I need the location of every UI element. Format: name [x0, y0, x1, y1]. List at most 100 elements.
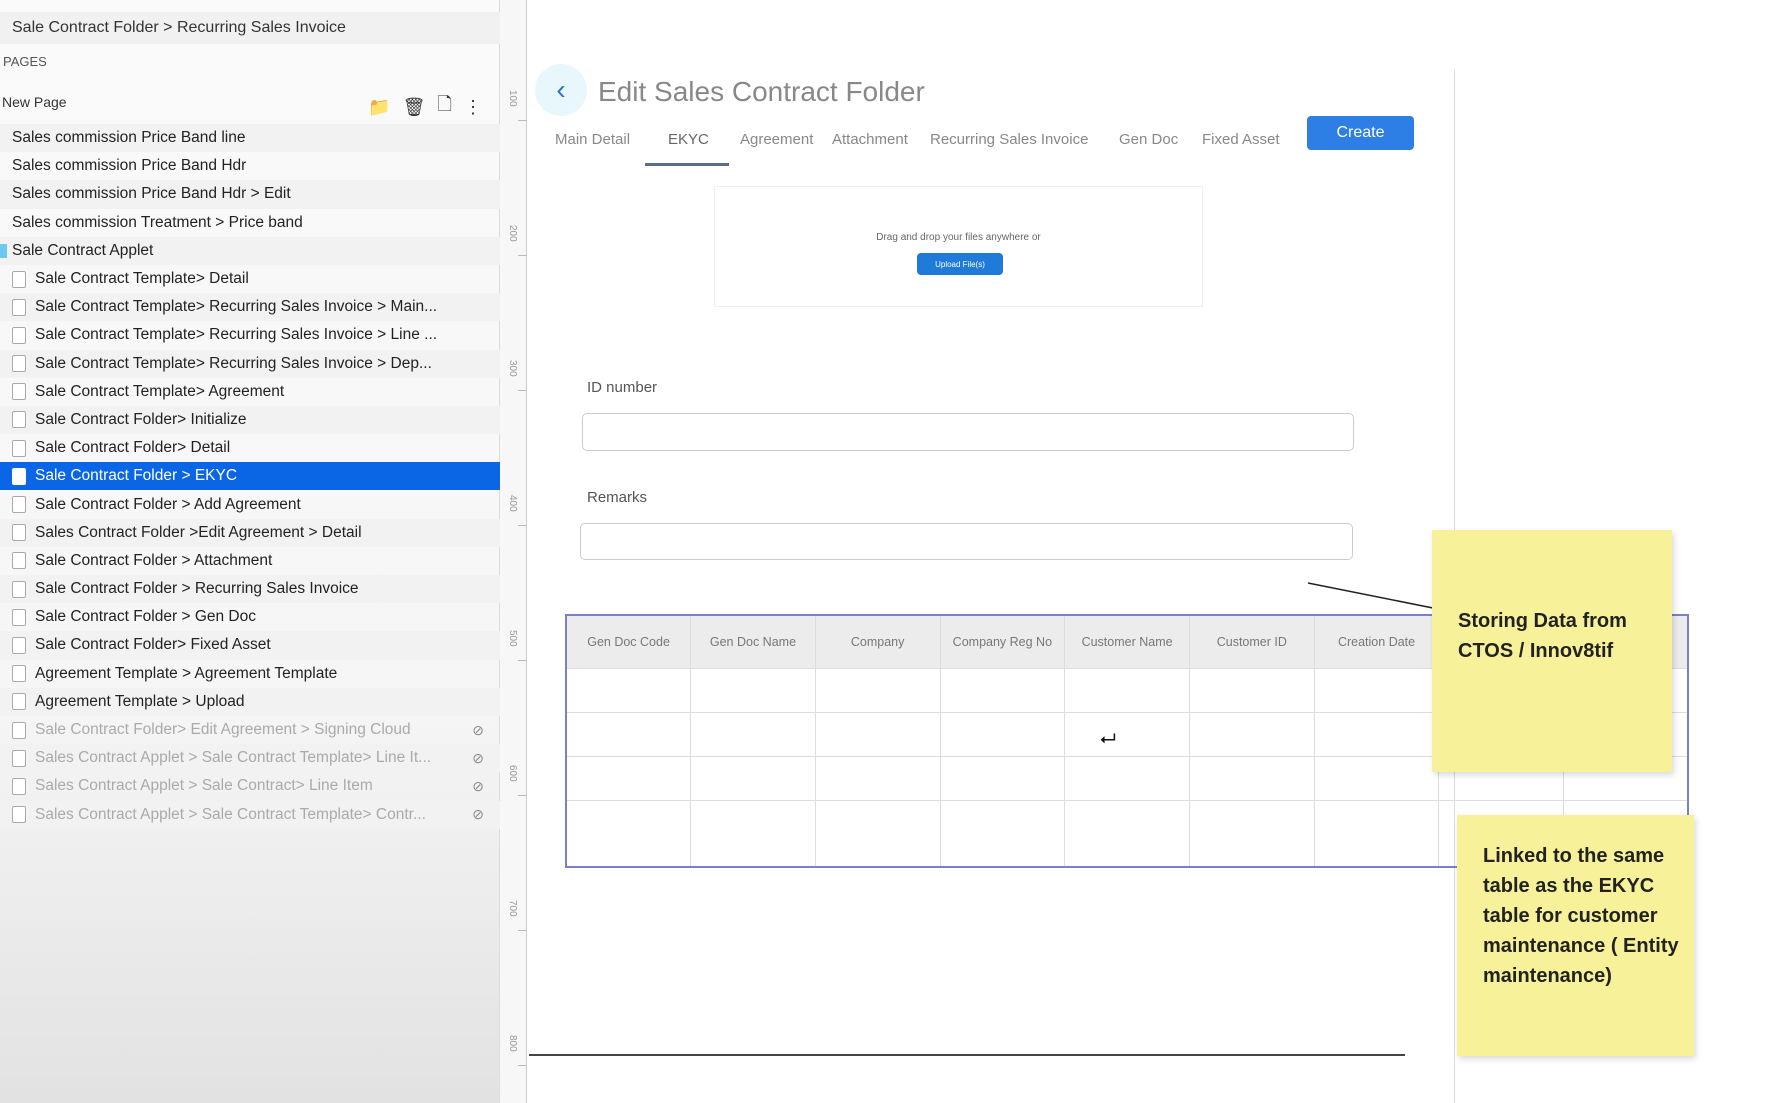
tab-gen-doc[interactable]: Gen Doc — [1119, 131, 1178, 148]
page-list-item[interactable]: Sale Contract Template> Detail — [0, 265, 500, 293]
note-text: Storing Data from CTOS / Innov8tif — [1458, 610, 1627, 662]
page-icon — [12, 298, 26, 316]
page-list-item[interactable]: Sale Contract Folder> Detail — [0, 434, 500, 462]
tab-fixed-asset[interactable]: Fixed Asset — [1202, 131, 1280, 148]
table-cell[interactable] — [939, 800, 1066, 868]
table-cell[interactable] — [814, 667, 941, 713]
tab-recurring-sales-invoice[interactable]: Recurring Sales Invoice — [930, 131, 1088, 148]
column-header[interactable]: Company Reg No — [940, 615, 1066, 668]
file-upload-dropzone[interactable]: Drag and drop your files anywhere or Upl… — [714, 186, 1203, 307]
table-cell[interactable] — [939, 667, 1066, 713]
more-icon[interactable]: ⋮ — [464, 97, 482, 118]
page-list-item[interactable]: Sale Contract Folder > EKYC — [0, 462, 500, 491]
table-cell[interactable] — [1188, 667, 1315, 713]
page-list-item[interactable]: Sales commission Price Band Hdr > Edit — [0, 180, 500, 209]
page-list: Sales commission Price Band line Sales co… — [0, 124, 500, 829]
page-list-item[interactable]: Sales commission Price Band line — [0, 124, 500, 153]
trash-icon[interactable]: 🗑 — [403, 97, 426, 118]
table-cell[interactable] — [939, 711, 1066, 757]
table-cell[interactable] — [814, 800, 941, 868]
table-cell[interactable] — [814, 755, 941, 802]
note-text: Linked to the same table as the EKYC tab… — [1483, 845, 1679, 987]
page-list-item[interactable]: Sales commission Treatment > Price band — [0, 209, 500, 237]
page-label: Sale Contract Folder> Edit Agreement > S… — [35, 721, 411, 739]
column-header[interactable]: Company — [815, 615, 941, 668]
eye-hidden-icon[interactable]: ⊘ — [472, 750, 484, 767]
table-cell[interactable] — [565, 755, 692, 802]
table-cell[interactable] — [1064, 711, 1190, 757]
page-list-item[interactable]: Sales commission Price Band Hdr — [0, 152, 500, 180]
table-cell[interactable] — [814, 711, 941, 757]
sticky-note-ctos[interactable]: Storing Data from CTOS / Innov8tif — [1432, 530, 1672, 772]
ruler-label: 800 — [507, 1035, 518, 1052]
page-label: Sales Contract Folder >Edit Agreement > … — [35, 523, 362, 541]
column-header[interactable]: Gen Doc Name — [690, 615, 816, 668]
table-cell[interactable] — [1313, 755, 1440, 802]
table-cell[interactable] — [690, 800, 816, 868]
ruler-label: 200 — [507, 225, 518, 242]
remarks-input[interactable] — [580, 523, 1353, 560]
page-title: Edit Sales Contract Folder — [598, 76, 925, 107]
page-list-item[interactable]: Sale Contract Template> Recurring Sales … — [0, 293, 500, 322]
upload-files-button[interactable]: Upload File(s) — [917, 253, 1003, 275]
page-label: Sale Contract Folder > Attachment — [35, 551, 273, 569]
add-folder-icon[interactable]: 📁 — [368, 97, 390, 118]
tab-agreement[interactable]: Agreement — [740, 131, 813, 148]
page-list-item[interactable]: Sale Contract Folder> Edit Agreement > S… — [0, 716, 500, 744]
table-cell[interactable] — [939, 755, 1066, 802]
create-button[interactable]: Create — [1307, 116, 1414, 150]
sidebar-breadcrumb[interactable]: Sale Contract Folder > Recurring Sales I… — [0, 12, 500, 44]
table-cell[interactable] — [1188, 800, 1315, 868]
page-list-item[interactable]: Agreement Template > Agreement Template — [0, 660, 500, 688]
table-cell[interactable] — [1064, 667, 1190, 713]
table-cell[interactable] — [690, 755, 816, 802]
tab-ekyc[interactable]: EKYC — [668, 131, 709, 148]
table-cell[interactable] — [565, 667, 692, 713]
table-cell[interactable] — [1188, 755, 1315, 802]
table-cell[interactable] — [690, 711, 816, 757]
id-number-input[interactable] — [582, 413, 1354, 451]
table-cell[interactable] — [565, 711, 692, 757]
table-cell[interactable] — [565, 800, 692, 868]
page-list-item[interactable]: Sale Contract Folder > Gen Doc — [0, 603, 500, 631]
page-list-item[interactable]: Sale Contract Folder > Recurring Sales I… — [0, 575, 500, 604]
column-header[interactable]: Gen Doc Code — [566, 615, 692, 668]
column-header[interactable]: Customer Name — [1064, 615, 1190, 668]
page-list-item[interactable]: Sales Contract Applet > Sale Contract Te… — [0, 800, 500, 829]
table-cell[interactable] — [1064, 755, 1190, 802]
page-icon — [12, 693, 26, 711]
tab-main-detail[interactable]: Main Detail — [555, 131, 630, 148]
page-list-item[interactable]: Sale Contract Folder> Fixed Asset — [0, 631, 500, 660]
column-header[interactable]: Customer ID — [1189, 615, 1315, 668]
eye-hidden-icon[interactable]: ⊘ — [472, 806, 484, 823]
ruler-label: 300 — [507, 360, 518, 377]
page-list-item[interactable]: Sales Contract Applet > Sale Contract Te… — [0, 744, 500, 773]
page-icon — [12, 665, 26, 683]
sticky-note-linked[interactable]: Linked to the same table as the EKYC tab… — [1457, 815, 1694, 1056]
eye-hidden-icon[interactable]: ⊘ — [472, 778, 484, 795]
table-cell[interactable] — [1064, 800, 1190, 868]
table-cell[interactable] — [1313, 800, 1440, 868]
page-list-item[interactable]: Sale Contract Applet — [0, 236, 500, 265]
page-list-item[interactable]: Sales Contract Applet > Sale Contract> L… — [0, 772, 500, 800]
page-list-item[interactable]: Sale Contract Template> Recurring Sales … — [0, 349, 500, 378]
table-cell[interactable] — [1313, 711, 1440, 757]
page-list-item[interactable]: Sales Contract Folder >Edit Agreement > … — [0, 518, 500, 547]
mouse-cursor-icon: ⮠ — [1100, 728, 1116, 750]
page-list-item[interactable]: Agreement Template > Upload — [0, 687, 500, 716]
back-button[interactable]: ‹ — [535, 64, 587, 116]
page-list-item[interactable]: Sale Contract Template> Recurring Sales … — [0, 321, 500, 349]
copy-icon[interactable]: 🗋 — [438, 92, 452, 122]
new-page-button[interactable]: New Page — [2, 94, 67, 110]
page-list-item[interactable]: Sale Contract Folder > Add Agreement — [0, 490, 500, 518]
eye-hidden-icon[interactable]: ⊘ — [472, 722, 484, 739]
page-list-item[interactable]: Sale Contract Folder > Attachment — [0, 547, 500, 575]
page-list-item[interactable]: Sale Contract Template> Agreement — [0, 378, 500, 406]
tab-attachment[interactable]: Attachment — [832, 131, 908, 148]
page-list-item[interactable]: Sale Contract Folder> Initialize — [0, 405, 500, 435]
column-header[interactable]: Creation Date — [1314, 615, 1440, 668]
page-icon — [12, 467, 26, 485]
table-cell[interactable] — [1188, 711, 1315, 757]
table-cell[interactable] — [690, 667, 816, 713]
table-cell[interactable] — [1313, 667, 1440, 713]
